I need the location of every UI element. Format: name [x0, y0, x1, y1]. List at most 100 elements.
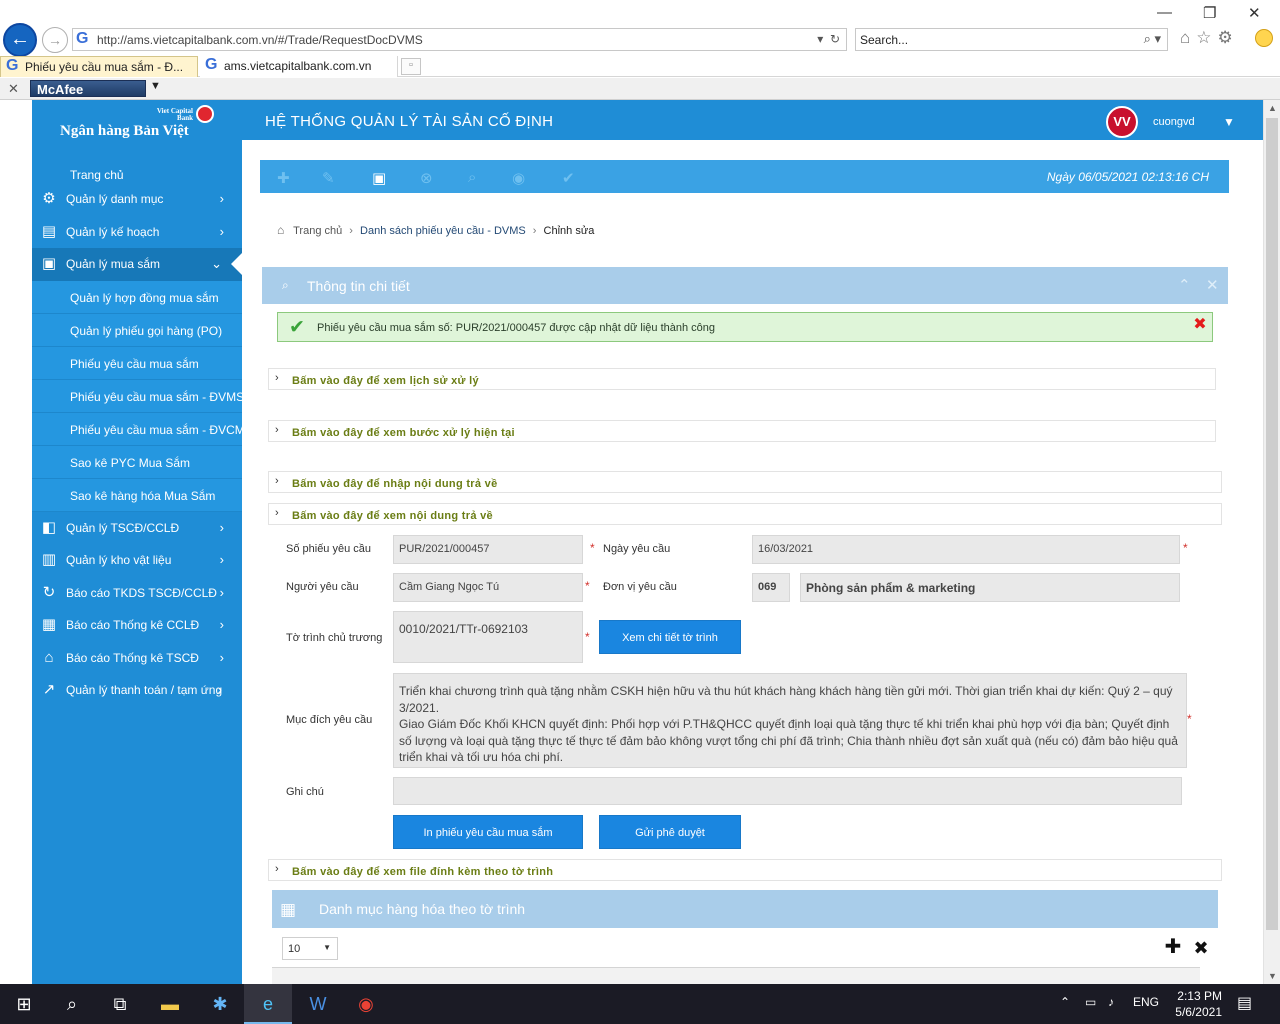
sidebar-item-payments[interactable]: ↗ Quản lý thanh toán / tạm ứng ›	[32, 674, 242, 707]
sidebar-item-warehouse[interactable]: ▥ Quản lý kho vật liệu ›	[32, 544, 242, 577]
chevron-right-icon: ›	[275, 863, 279, 875]
send-approval-button[interactable]: Gửi phê duyệt	[599, 815, 741, 849]
accordion-history[interactable]: › Bấm vào đây để xem lịch sử xử lý	[268, 368, 1216, 390]
user-dropdown-icon[interactable]: ▼	[1223, 115, 1235, 129]
add-row-button[interactable]: ✚	[1162, 937, 1184, 959]
scroll-up-icon[interactable]: ▲	[1268, 103, 1277, 113]
sidebar-item-report-tkds[interactable]: ↻ Báo cáo TKDS TSCĐ/CCLĐ ›	[32, 577, 242, 610]
sidebar-subitem-requests[interactable]: Phiếu yêu cầu mua sắm	[32, 346, 242, 380]
scroll-thumb[interactable]	[1266, 118, 1278, 930]
page-size-select[interactable]: 10 ▼	[282, 937, 338, 960]
request-no-field[interactable]: PUR/2021/000457	[393, 535, 583, 564]
accordion-attachments[interactable]: › Bấm vào đây để xem file đính kèm theo …	[268, 859, 1222, 881]
chevron-down-icon: ⌄	[211, 256, 222, 271]
note-label: Ghi chú	[286, 786, 324, 798]
task-view-icon[interactable]: ⧉	[96, 984, 144, 1024]
breadcrumb-home[interactable]: Trang chủ	[293, 225, 342, 237]
required-mark: *	[1187, 712, 1192, 726]
edit-icon[interactable]: ✎	[322, 169, 335, 187]
sidebar-item-assets[interactable]: ◧ Quản lý TSCĐ/CCLĐ ›	[32, 512, 242, 545]
accordion-enter-return[interactable]: › Bấm vào đây để nhập nội dung trả về	[268, 471, 1222, 493]
mcafee-label: McAfee	[37, 82, 84, 97]
sidebar-item-report-cclđ[interactable]: ▦ Báo cáo Thống kê CCLĐ ›	[32, 609, 242, 642]
close-alert-icon[interactable]: ✖	[1193, 317, 1207, 333]
grid-icon: ▦	[41, 616, 57, 633]
mcafee-button[interactable]: McAfee	[30, 80, 146, 97]
close-bar-icon[interactable]: ✕	[8, 81, 19, 97]
internet-explorer-icon[interactable]: e	[244, 984, 292, 1024]
sidebar-item-report-tscđ[interactable]: ⌂ Báo cáo Thống kê TSCĐ ›	[32, 642, 242, 675]
volume-icon[interactable]: ♪	[1108, 995, 1114, 1009]
app-header: HỆ THỐNG QUẢN LÝ TÀI SẢN CỐ ĐỊNH VV cuon…	[242, 100, 1263, 140]
save-icon[interactable]: ▣	[372, 169, 386, 187]
windows-start-icon[interactable]: ⊞	[0, 984, 48, 1024]
mcafee-dropdown-icon[interactable]: ▼	[150, 80, 161, 92]
accordion-current-step[interactable]: › Bấm vào đây để xem bước xử lý hiện tại	[268, 420, 1216, 442]
home-star-gear-icon[interactable]: ⌂☆⚙	[1180, 28, 1239, 48]
proposal-field[interactable]: 0010/2021/TTr-0692103	[393, 611, 583, 663]
approve-icon[interactable]: ✔	[562, 169, 575, 187]
view-proposal-button[interactable]: Xem chi tiết tờ trình	[599, 620, 741, 654]
print-request-button[interactable]: In phiếu yêu cầu mua sắm	[393, 815, 583, 849]
unit-name-field[interactable]: Phòng sản phẩm & marketing	[800, 573, 1180, 602]
sidebar-item-catalog[interactable]: ⚙ Quản lý danh mục ›	[32, 183, 242, 216]
bank-logo[interactable]: Viet Capital Bank Ngân hàng Bản Việt	[32, 100, 242, 140]
view-icon[interactable]: ◉	[512, 169, 525, 187]
sidebar-subitem-requests-dvms[interactable]: Phiếu yêu cầu mua sắm - ĐVMS	[32, 379, 244, 413]
add-icon[interactable]: ✚	[277, 169, 290, 187]
tab-inactive[interactable]: G ams.vietcapitalbank.com.vn	[200, 56, 398, 77]
chevron-right-icon: ›	[275, 424, 279, 436]
system-clock[interactable]: 2:13 PM 5/6/2021	[1166, 988, 1222, 1020]
purpose-textarea[interactable]: Triển khai chương trình quà tặng nhằm CS…	[393, 673, 1187, 768]
tab-active[interactable]: G Phiếu yêu cầu mua sắm - Đ...	[0, 56, 198, 77]
file-explorer-icon[interactable]: ▬	[146, 984, 194, 1024]
chevron-right-icon: ›	[532, 225, 537, 237]
search-icon[interactable]: ⌕	[468, 169, 476, 186]
address-bar[interactable]: G http://ams.vietcapitalbank.com.vn/#/Tr…	[72, 28, 847, 51]
sidebar-item-plan[interactable]: ▤ Quản lý kế hoạch ›	[32, 216, 242, 249]
sidebar-subitem-contracts[interactable]: Quản lý hợp đồng mua sắm	[32, 280, 242, 314]
delete-row-button[interactable]: ✖	[1190, 937, 1212, 959]
page-scrollbar[interactable]: ▲ ▼	[1263, 100, 1280, 984]
building-icon: ⌂	[44, 648, 54, 666]
cancel-icon[interactable]: ⊗	[420, 169, 433, 187]
accordion-view-return[interactable]: › Bấm vào đây để xem nội dung trả về	[268, 503, 1222, 525]
network-icon[interactable]: ▭	[1085, 995, 1096, 1009]
sidebar-item-procurement[interactable]: ▣ Quản lý mua sắm ⌄	[32, 248, 242, 281]
user-avatar[interactable]: VV	[1106, 106, 1138, 138]
search-icon[interactable]: ⌕ ▾	[1144, 31, 1161, 47]
tray-chevron-icon[interactable]: ⌃	[1060, 995, 1070, 1009]
close-window-button[interactable]: ✕	[1248, 4, 1261, 22]
language-indicator[interactable]: ENG	[1133, 995, 1159, 1009]
word-app-icon[interactable]: W	[294, 984, 342, 1024]
refresh-icon[interactable]: ▾ ↻	[817, 32, 840, 46]
note-field[interactable]	[393, 777, 1182, 805]
sidebar-subitem-po[interactable]: Quản lý phiếu gọi hàng (PO)	[32, 313, 242, 347]
feedback-smiley-icon[interactable]	[1255, 29, 1273, 47]
notifications-icon[interactable]: ▤	[1237, 993, 1257, 1013]
new-tab-button[interactable]: ▫	[401, 58, 421, 75]
close-panel-icon[interactable]: ✕	[1206, 276, 1219, 294]
requester-field[interactable]: Cầm Giang Ngọc Tú	[393, 573, 583, 602]
sidebar-subitem-statement-pyc[interactable]: Sao kê PYC Mua Sắm	[32, 445, 242, 479]
user-name[interactable]: cuongvd	[1153, 116, 1195, 128]
request-date-field[interactable]: 16/03/2021	[752, 535, 1180, 564]
search-input[interactable]: Search... ⌕ ▾	[855, 28, 1168, 51]
sidebar-subitem-requests-dvcm[interactable]: Phiếu yêu cầu mua sắm - ĐVCM	[32, 412, 245, 446]
panel-title: Thông tin chi tiết	[307, 278, 410, 294]
network-app-icon[interactable]: ✱	[196, 984, 244, 1024]
scroll-down-icon[interactable]: ▼	[1268, 971, 1277, 981]
restore-button[interactable]: ❐	[1203, 4, 1216, 22]
collapse-icon[interactable]: ⌃	[1178, 276, 1191, 294]
sidebar-item-label: Quản lý TSCĐ/CCLĐ	[66, 520, 180, 535]
forward-button[interactable]: →	[42, 27, 68, 53]
chrome-icon[interactable]: ◉	[342, 984, 390, 1024]
search-icon[interactable]: ⌕	[48, 984, 96, 1024]
breadcrumb-list[interactable]: Danh sách phiếu yêu cầu - DVMS	[360, 225, 526, 237]
chart-icon: ↗	[42, 681, 56, 698]
sidebar-item-home[interactable]: Trang chủ	[32, 140, 242, 183]
sidebar-subitem-statement-goods[interactable]: Sao kê hàng hóa Mua Sắm	[32, 478, 242, 512]
unit-code-field[interactable]: 069	[752, 573, 790, 602]
minimize-button[interactable]: —	[1157, 4, 1172, 21]
back-button[interactable]: ←	[3, 23, 37, 57]
